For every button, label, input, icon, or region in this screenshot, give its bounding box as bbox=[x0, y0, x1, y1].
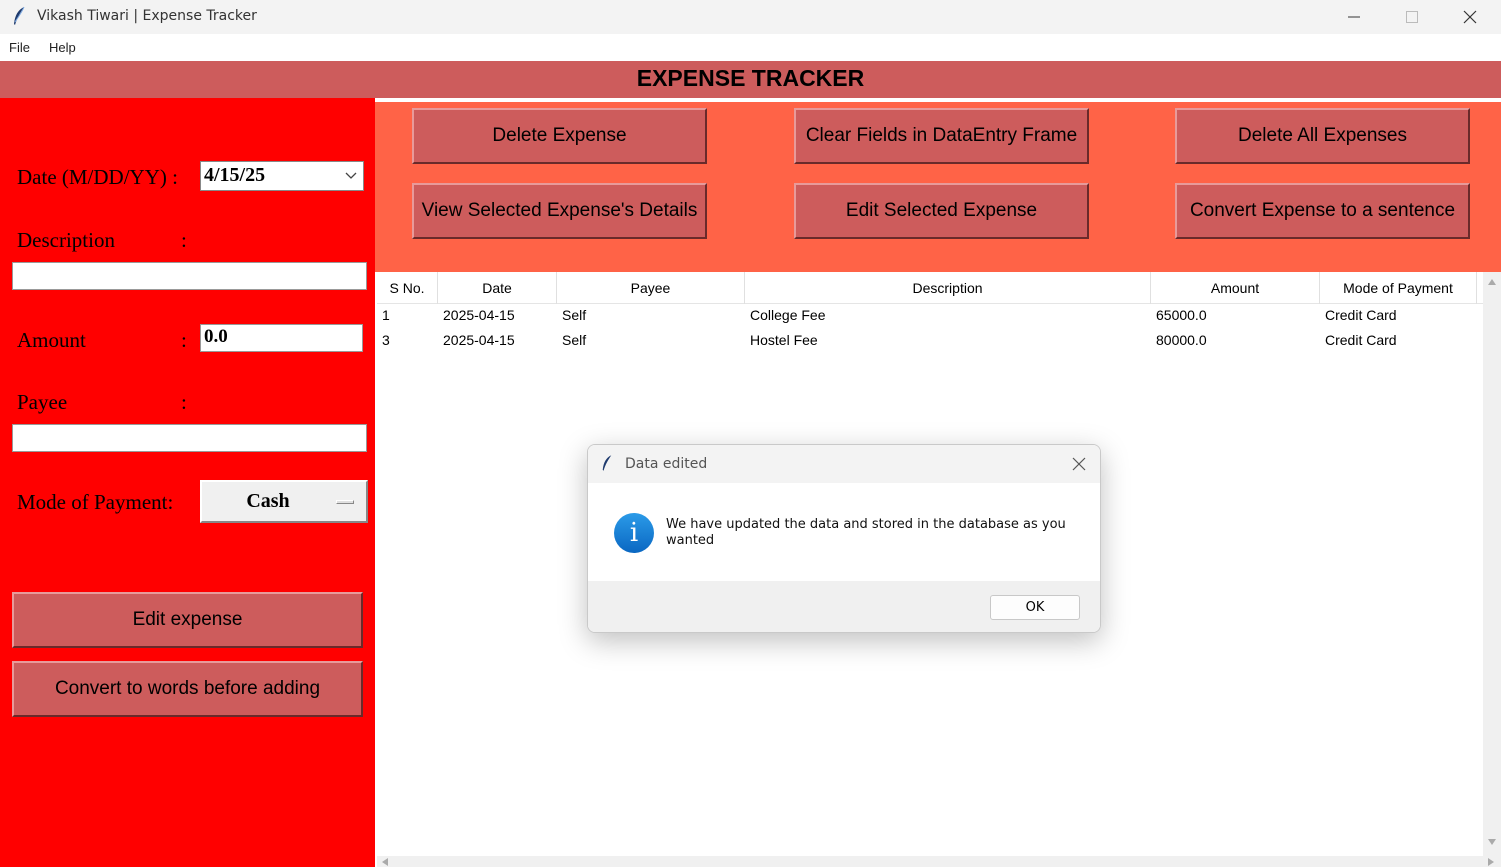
data-entry-frame: Date (M/DD/YY) : 4/15/25 Description : A… bbox=[0, 98, 375, 867]
table-row[interactable]: 1 2025-04-15 Self College Fee 65000.0 Cr… bbox=[377, 303, 1483, 328]
mode-of-payment-select[interactable]: Cash bbox=[200, 480, 368, 523]
delete-all-expenses-button[interactable]: Delete All Expenses bbox=[1175, 108, 1470, 164]
table-header: S No. Date Payee Description Amount Mode… bbox=[377, 272, 1483, 304]
menu-file[interactable]: File bbox=[9, 40, 30, 55]
table-cell: College Fee bbox=[750, 307, 826, 323]
payee-field[interactable] bbox=[12, 424, 367, 452]
table-cell: 2025-04-15 bbox=[443, 307, 515, 323]
amount-value: 0.0 bbox=[204, 326, 228, 347]
table-cell: 1 bbox=[382, 307, 390, 323]
clear-fields-button[interactable]: Clear Fields in DataEntry Frame bbox=[794, 108, 1089, 164]
minimize-icon bbox=[1348, 16, 1360, 18]
dialog-titlebar: Data edited bbox=[588, 445, 1100, 483]
date-value: 4/15/25 bbox=[204, 164, 266, 186]
scroll-left-icon bbox=[382, 858, 388, 866]
table-cell: Credit Card bbox=[1325, 332, 1397, 348]
payee-colon: : bbox=[181, 390, 187, 414]
table-cell: Hostel Fee bbox=[750, 332, 818, 348]
table-row[interactable]: 3 2025-04-15 Self Hostel Fee 80000.0 Cre… bbox=[377, 328, 1483, 353]
column-header[interactable]: Mode of Payment bbox=[1320, 272, 1477, 304]
convert-to-sentence-button[interactable]: Convert Expense to a sentence bbox=[1175, 183, 1470, 239]
description-field[interactable] bbox=[12, 262, 367, 290]
info-icon: i bbox=[614, 513, 654, 553]
amount-colon: : bbox=[181, 328, 187, 352]
column-header[interactable]: S No. bbox=[377, 272, 438, 304]
mode-of-payment-label: Mode of Payment: bbox=[17, 490, 174, 514]
button-frame: Delete Expense Clear Fields in DataEntry… bbox=[375, 102, 1501, 272]
table-cell: Credit Card bbox=[1325, 307, 1397, 323]
chevron-down-icon bbox=[345, 172, 357, 179]
delete-expense-button[interactable]: Delete Expense bbox=[412, 108, 707, 164]
column-header[interactable]: Description bbox=[745, 272, 1151, 304]
page-title: EXPENSE TRACKER bbox=[636, 65, 865, 91]
feather-icon bbox=[602, 455, 612, 471]
dialog-title: Data edited bbox=[625, 456, 708, 472]
table-cell: 2025-04-15 bbox=[443, 332, 515, 348]
amount-field[interactable]: 0.0 bbox=[200, 324, 363, 352]
column-header[interactable]: Payee bbox=[557, 272, 745, 304]
view-details-button[interactable]: View Selected Expense's Details bbox=[412, 183, 707, 239]
edit-selected-expense-button[interactable]: Edit Selected Expense bbox=[794, 183, 1089, 239]
menubar: File Help bbox=[0, 34, 1501, 61]
date-label: Date (M/DD/YY) : bbox=[17, 165, 178, 189]
payee-label: Payee bbox=[17, 390, 68, 414]
close-button[interactable] bbox=[1441, 0, 1499, 34]
column-header[interactable]: Amount bbox=[1151, 272, 1320, 304]
convert-to-words-button[interactable]: Convert to words before adding bbox=[12, 661, 363, 717]
horizontal-scrollbar[interactable] bbox=[377, 856, 1501, 867]
close-icon[interactable] bbox=[1072, 457, 1086, 471]
scroll-down-icon bbox=[1488, 839, 1496, 845]
maximize-button[interactable] bbox=[1383, 0, 1441, 34]
table-cell: 65000.0 bbox=[1156, 307, 1207, 323]
window-titlebar: Vikash Tiwari | Expense Tracker bbox=[0, 0, 1501, 34]
edit-expense-button[interactable]: Edit expense bbox=[12, 592, 363, 648]
maximize-icon bbox=[1406, 11, 1418, 23]
window-title: Vikash Tiwari | Expense Tracker bbox=[37, 8, 257, 24]
description-label: Description bbox=[17, 228, 115, 252]
app-header: EXPENSE TRACKER bbox=[0, 61, 1501, 98]
scroll-up-icon bbox=[1488, 279, 1496, 285]
menu-help[interactable]: Help bbox=[49, 40, 76, 55]
close-icon bbox=[1463, 10, 1477, 24]
message-dialog: Data edited i We have updated the data a… bbox=[587, 444, 1101, 633]
option-indicator-icon bbox=[336, 500, 354, 504]
column-header[interactable]: Date bbox=[438, 272, 557, 304]
table-cell: 80000.0 bbox=[1156, 332, 1207, 348]
minimize-button[interactable] bbox=[1325, 0, 1383, 34]
date-picker[interactable]: 4/15/25 bbox=[200, 161, 364, 191]
description-colon: : bbox=[181, 228, 187, 252]
table-cell: Self bbox=[562, 307, 587, 323]
table-cell: 3 bbox=[382, 332, 390, 348]
ok-button[interactable]: OK bbox=[990, 595, 1080, 620]
amount-label: Amount bbox=[17, 328, 86, 352]
scroll-right-icon bbox=[1488, 858, 1494, 866]
mode-of-payment-value: Cash bbox=[246, 490, 290, 512]
table-cell: Self bbox=[562, 332, 587, 348]
feather-icon bbox=[14, 6, 25, 25]
dialog-message: We have updated the data and stored in t… bbox=[666, 517, 1066, 548]
vertical-scrollbar[interactable] bbox=[1483, 272, 1501, 856]
